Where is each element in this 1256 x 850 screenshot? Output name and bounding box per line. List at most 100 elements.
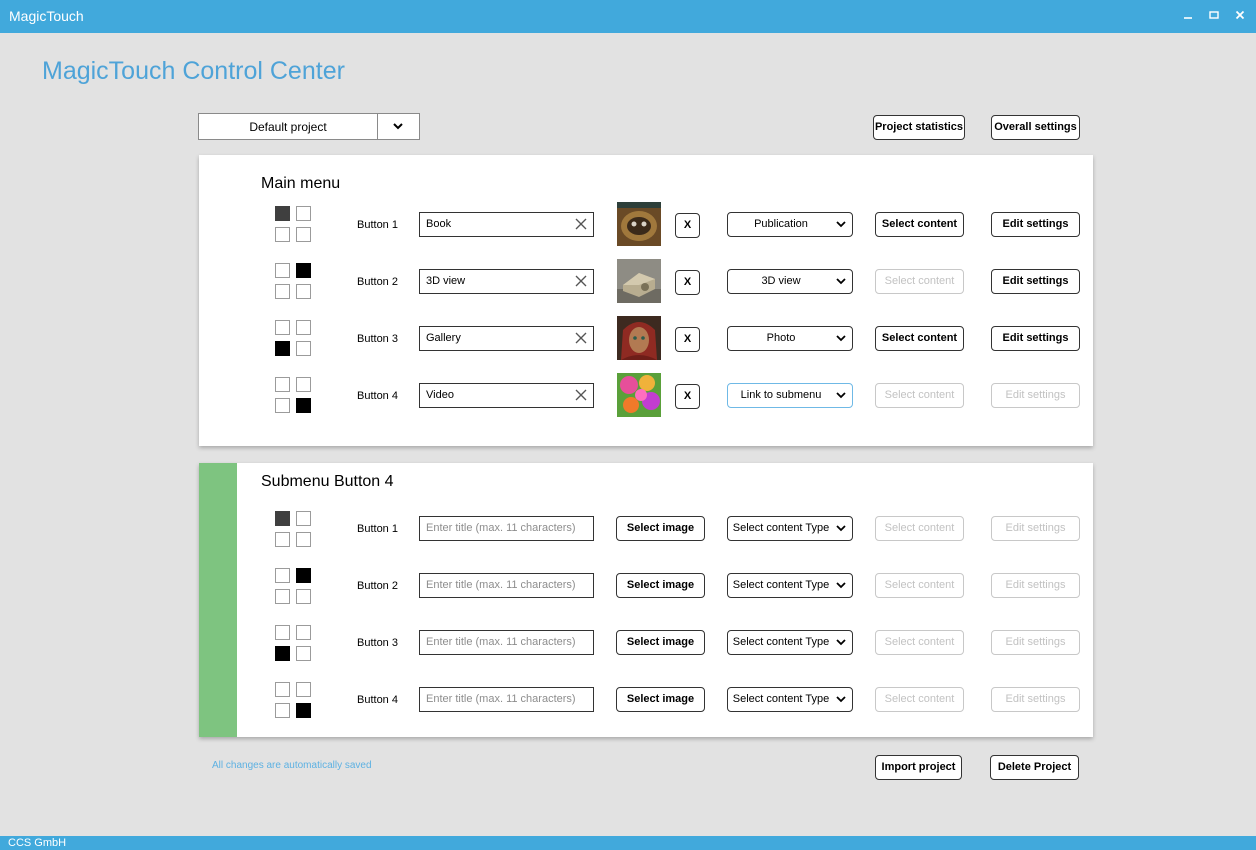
main-button-1-content-type-select[interactable]: Publication xyxy=(727,212,853,237)
grid-position-icon xyxy=(275,320,313,358)
main-menu-title: Main menu xyxy=(261,175,341,192)
content-type-value: 3D view xyxy=(761,275,801,287)
main-button-2-content-type-select[interactable]: 3D view xyxy=(727,269,853,294)
sub-button-3-label: Button 3 xyxy=(357,637,398,649)
sub-button-4-label: Button 4 xyxy=(357,694,398,706)
content-type-value: Select content Type xyxy=(732,579,830,591)
clear-icon[interactable] xyxy=(574,388,588,402)
colorful-flowers-thumbnail[interactable] xyxy=(617,373,661,417)
sub-button-2-select-content-button[interactable]: Select content xyxy=(875,573,964,598)
sub-button-1-label: Button 1 xyxy=(357,523,398,535)
grid-position-icon xyxy=(275,263,313,301)
submenu-title: Submenu Button 4 xyxy=(261,473,394,490)
main-button-3-edit-settings-button[interactable]: Edit settings xyxy=(991,326,1080,351)
main-button-1-title-input[interactable]: Book xyxy=(419,212,594,237)
sub-button-2-edit-settings-button[interactable]: Edit settings xyxy=(991,573,1080,598)
main-button-4-select-content-button[interactable]: Select content xyxy=(875,383,964,408)
sub-button-3-edit-settings-button[interactable]: Edit settings xyxy=(991,630,1080,655)
chevron-down-icon xyxy=(836,221,846,228)
sub-button-3-content-type-select[interactable]: Select content Type xyxy=(727,630,853,655)
book-cover-thumbnail[interactable] xyxy=(617,202,661,246)
content-type-value: Select content Type xyxy=(732,693,830,705)
main-button-3-title-input[interactable]: Gallery xyxy=(419,326,594,351)
main-button-3-remove-button[interactable]: X xyxy=(675,327,700,352)
chevron-down-icon xyxy=(836,639,846,646)
main-button-2-edit-settings-button[interactable]: Edit settings xyxy=(991,269,1080,294)
main-menu-panel: Main menu Button 1 Book X Publication Se… xyxy=(199,155,1093,446)
main-button-3-select-content-button[interactable]: Select content xyxy=(875,326,964,351)
main-button-2-select-content-button[interactable]: Select content xyxy=(875,269,964,294)
title-input-placeholder: Enter title (max. 11 characters) xyxy=(426,522,576,534)
content-type-value: Select content Type xyxy=(732,636,830,648)
submenu-accent-bar xyxy=(199,463,237,737)
main-button-3-label: Button 3 xyxy=(357,333,398,345)
sub-button-4-select-image-button[interactable]: Select image xyxy=(616,687,705,712)
portrait-photo-thumbnail[interactable] xyxy=(617,316,661,360)
title-input-value: Gallery xyxy=(426,332,461,344)
sub-button-2-content-type-select[interactable]: Select content Type xyxy=(727,573,853,598)
close-icon[interactable] xyxy=(1232,7,1248,23)
sub-button-1-title-input[interactable]: Enter title (max. 11 characters) xyxy=(419,516,594,541)
main-button-2-remove-button[interactable]: X xyxy=(675,270,700,295)
main-button-2-label: Button 2 xyxy=(357,276,398,288)
project-statistics-button[interactable]: Project statistics xyxy=(873,115,965,140)
content-type-value: Publication xyxy=(754,218,808,230)
title-input-placeholder: Enter title (max. 11 characters) xyxy=(426,636,576,648)
submenu-panel: Submenu Button 4 Button 1 Enter title (m… xyxy=(199,463,1093,737)
chevron-down-icon xyxy=(393,123,403,130)
grid-position-icon xyxy=(275,568,313,606)
clear-icon[interactable] xyxy=(574,274,588,288)
sub-button-2-select-image-button[interactable]: Select image xyxy=(616,573,705,598)
delete-project-button[interactable]: Delete Project xyxy=(990,755,1079,780)
main-button-1-label: Button 1 xyxy=(357,219,398,231)
maximize-icon[interactable] xyxy=(1206,7,1222,23)
sub-button-1-select-image-button[interactable]: Select image xyxy=(616,516,705,541)
main-button-4-edit-settings-button[interactable]: Edit settings xyxy=(991,383,1080,408)
main-button-3-content-type-select[interactable]: Photo xyxy=(727,326,853,351)
main-button-4-remove-button[interactable]: X xyxy=(675,384,700,409)
content-type-value: Select content Type xyxy=(732,522,830,534)
sub-button-3-select-content-button[interactable]: Select content xyxy=(875,630,964,655)
sub-button-3-title-input[interactable]: Enter title (max. 11 characters) xyxy=(419,630,594,655)
sub-button-3-select-image-button[interactable]: Select image xyxy=(616,630,705,655)
title-bar: MagicTouch xyxy=(0,0,1256,33)
sub-button-1-content-type-select[interactable]: Select content Type xyxy=(727,516,853,541)
clear-icon[interactable] xyxy=(574,217,588,231)
main-button-4-content-type-select[interactable]: Link to submenu xyxy=(727,383,853,408)
page-title: MagicTouch Control Center xyxy=(42,57,345,85)
chevron-down-icon xyxy=(836,525,846,532)
project-select[interactable]: Default project xyxy=(198,113,420,140)
clear-icon[interactable] xyxy=(574,331,588,345)
sub-button-1-select-content-button[interactable]: Select content xyxy=(875,516,964,541)
content-type-value: Photo xyxy=(766,332,796,344)
autosave-note: All changes are automatically saved xyxy=(212,760,372,771)
select-divider xyxy=(377,114,378,139)
grid-position-icon xyxy=(275,625,313,663)
chevron-down-icon xyxy=(836,392,846,399)
title-input-placeholder: Enter title (max. 11 characters) xyxy=(426,579,576,591)
grid-position-icon xyxy=(275,206,313,244)
3d-object-thumbnail[interactable] xyxy=(617,259,661,303)
status-bar: CCS GmbH xyxy=(0,836,1256,850)
sub-button-1-edit-settings-button[interactable]: Edit settings xyxy=(991,516,1080,541)
grid-position-icon xyxy=(275,377,313,415)
chevron-down-icon xyxy=(836,278,846,285)
sub-button-4-content-type-select[interactable]: Select content Type xyxy=(727,687,853,712)
main-button-2-title-input[interactable]: 3D view xyxy=(419,269,594,294)
main-button-1-edit-settings-button[interactable]: Edit settings xyxy=(991,212,1080,237)
main-button-4-title-input[interactable]: Video xyxy=(419,383,594,408)
import-project-button[interactable]: Import project xyxy=(875,755,962,780)
sub-button-4-title-input[interactable]: Enter title (max. 11 characters) xyxy=(419,687,594,712)
chevron-down-icon xyxy=(836,582,846,589)
minimize-icon[interactable] xyxy=(1180,7,1196,23)
sub-button-2-label: Button 2 xyxy=(357,580,398,592)
overall-settings-button[interactable]: Overall settings xyxy=(991,115,1080,140)
title-input-value: Book xyxy=(426,218,452,230)
main-button-1-select-content-button[interactable]: Select content xyxy=(875,212,964,237)
sub-button-2-title-input[interactable]: Enter title (max. 11 characters) xyxy=(419,573,594,598)
chevron-down-icon xyxy=(836,335,846,342)
main-button-1-remove-button[interactable]: X xyxy=(675,213,700,238)
sub-button-4-select-content-button[interactable]: Select content xyxy=(875,687,964,712)
grid-position-icon xyxy=(275,511,313,549)
sub-button-4-edit-settings-button[interactable]: Edit settings xyxy=(991,687,1080,712)
